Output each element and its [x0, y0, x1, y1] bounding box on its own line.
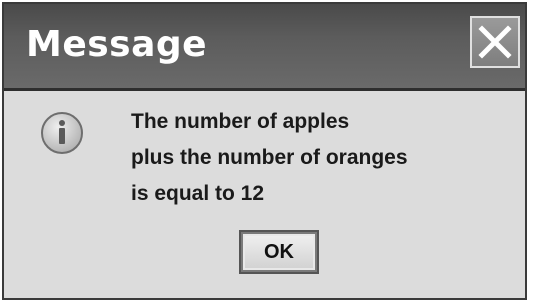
- ok-button[interactable]: OK: [239, 230, 319, 274]
- title-divider: [4, 88, 525, 91]
- dialog-title: Message: [26, 24, 208, 65]
- message-line: plus the number of oranges: [131, 146, 408, 169]
- close-button[interactable]: [470, 16, 520, 68]
- message-line: is equal to 12: [131, 182, 265, 205]
- message-text: The number of apples plus the number of …: [131, 108, 408, 216]
- message-line: The number of apples: [131, 110, 350, 133]
- title-bar[interactable]: Message: [4, 4, 525, 88]
- close-icon: [478, 25, 512, 59]
- message-dialog: Message The number of apples plus the nu…: [2, 2, 527, 300]
- information-icon: [41, 112, 83, 154]
